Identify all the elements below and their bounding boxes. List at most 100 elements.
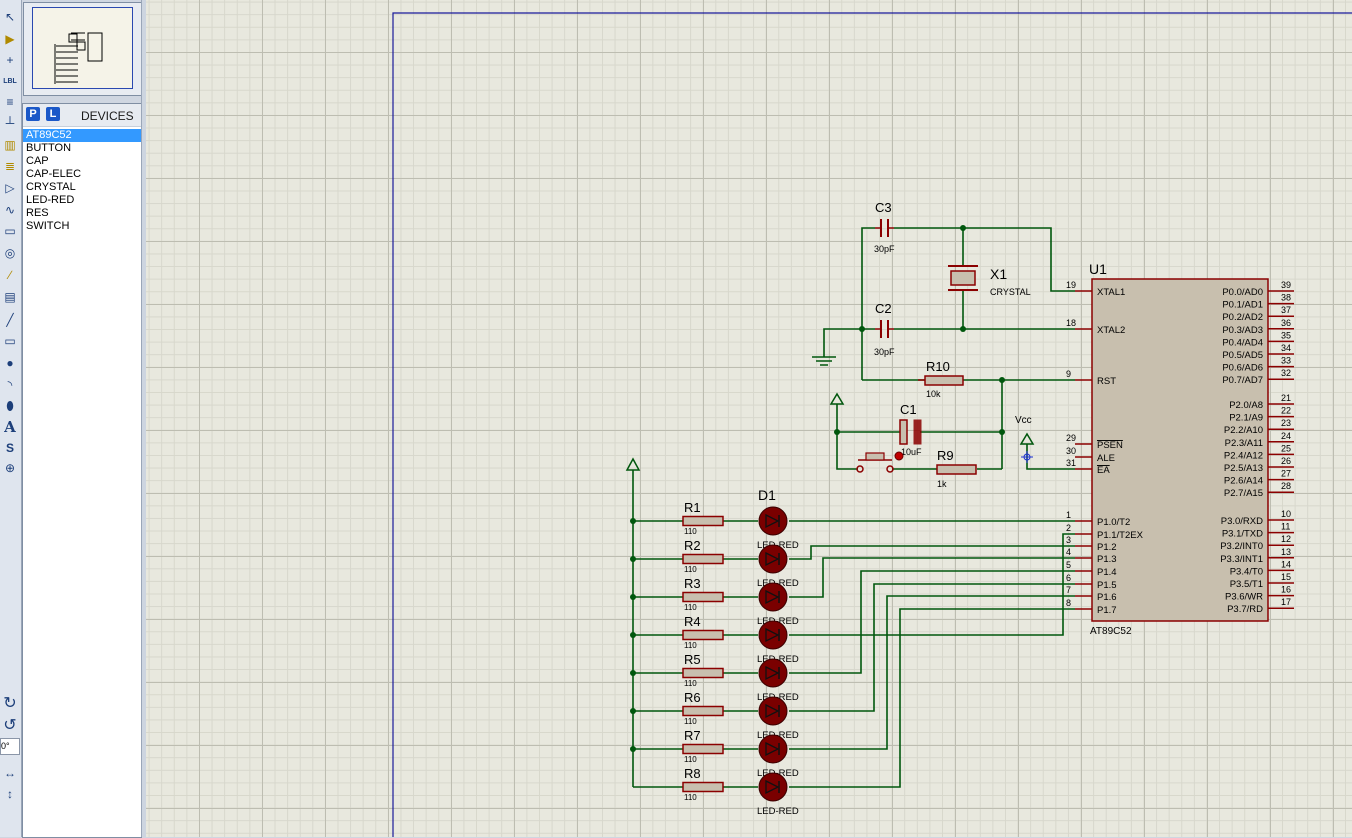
u1-pin-label: P2.0/A8 — [1229, 400, 1263, 411]
power-terminal-leds[interactable] — [625, 457, 641, 471]
pin-icon[interactable]: ▷ — [1, 179, 19, 197]
resistor-value: 110 — [684, 527, 697, 536]
c1-value: 10uF — [901, 447, 922, 457]
u1-pin-number: 7 — [1066, 585, 1071, 595]
u1-pin-label: P0.4/AD4 — [1222, 337, 1263, 348]
vcc-terminal[interactable] — [1019, 432, 1035, 445]
resistor-body[interactable] — [682, 629, 724, 641]
resistor-r9[interactable]: R9 1k — [936, 448, 977, 489]
u1-pin-label: P1.1/T2EX — [1097, 530, 1144, 541]
mirror-v-icon[interactable]: ↕ — [1, 785, 19, 803]
u1-pin-label: RST — [1097, 376, 1116, 387]
u1-pin-label: P1.4 — [1097, 567, 1117, 578]
led-body[interactable] — [758, 696, 788, 726]
u1-pin-number: 31 — [1066, 458, 1076, 468]
resistor-body[interactable] — [682, 781, 724, 793]
tape-icon[interactable]: ▭ — [1, 222, 19, 240]
probe-icon[interactable]: ∕ — [1, 266, 19, 284]
led-body[interactable] — [758, 544, 788, 574]
script-icon[interactable]: ≡ — [1, 93, 19, 111]
resistor-body[interactable] — [682, 553, 724, 565]
generator-icon[interactable]: ◎ — [1, 244, 19, 262]
junction-icon[interactable]: + — [1, 51, 19, 69]
u1-pin-label: P0.6/AD6 — [1222, 363, 1263, 374]
device-item-switch[interactable]: SWITCH — [23, 220, 141, 233]
u1-pin-label: P3.2/INT0 — [1220, 541, 1263, 552]
capacitor-c1[interactable]: C1 10uF — [899, 402, 922, 457]
u1-pin-number: 15 — [1281, 572, 1291, 582]
led-body[interactable] — [758, 658, 788, 688]
resistor-body[interactable] — [682, 705, 724, 717]
resistor-body[interactable] — [682, 743, 724, 755]
rotation-field[interactable]: 0° — [0, 738, 20, 755]
path-icon[interactable]: ⬮ — [1, 397, 19, 415]
device-item-cap[interactable]: CAP — [23, 155, 141, 168]
u1-pin-number: 5 — [1066, 560, 1071, 570]
resistor-ref: R6 — [684, 690, 701, 705]
microcontroller-u1[interactable]: U1 AT89C52 19XTAL118XTAL29RST29PSEN30ALE… — [1066, 261, 1294, 637]
u1-pin-label: P1.2 — [1097, 542, 1117, 553]
library-manager-button[interactable]: L — [46, 107, 60, 121]
resistor-value: 110 — [684, 679, 697, 688]
u1-pin-label: XTAL1 — [1097, 287, 1125, 298]
u1-pin-number: 22 — [1281, 406, 1291, 416]
u1-pin-label: P1.6 — [1097, 592, 1117, 603]
u1-pin-number: 25 — [1281, 443, 1291, 453]
u1-pin-label: ALE — [1097, 453, 1115, 464]
device-item-res[interactable]: RES — [23, 207, 141, 220]
crystal-x1[interactable]: X1 CRYSTAL — [948, 265, 1031, 297]
device-item-led-red[interactable]: LED-RED — [23, 194, 141, 207]
instrument-icon[interactable]: ▤ — [1, 288, 19, 306]
line-icon[interactable]: ╱ — [1, 311, 19, 329]
ground-symbol[interactable] — [812, 356, 836, 366]
graph-icon[interactable]: ∿ — [1, 201, 19, 219]
arc-icon[interactable]: ◝ — [1, 376, 19, 394]
pick-devices-button[interactable]: P — [26, 107, 40, 121]
overview-thumbnail — [54, 32, 103, 84]
rotate-ccw-icon[interactable]: ↺ — [1, 716, 19, 734]
device-item-at89c52[interactable]: AT89C52 — [23, 129, 141, 142]
symbol-icon[interactable]: S — [1, 439, 19, 457]
u1-pin-label: P1.3 — [1097, 554, 1117, 565]
led-body[interactable] — [758, 582, 788, 612]
led-body[interactable] — [758, 772, 788, 802]
u1-pin-label: P0.5/AD5 — [1222, 350, 1263, 361]
text-icon[interactable]: A — [1, 418, 19, 436]
u1-pin-label: P3.0/RXD — [1221, 516, 1263, 527]
u1-pin-number: 34 — [1281, 343, 1291, 353]
component-icon[interactable]: ▶ — [1, 30, 19, 48]
device-item-cap-elec[interactable]: CAP-ELEC — [23, 168, 141, 181]
mirror-h-icon[interactable]: ↔ — [1, 764, 19, 782]
u1-pin-number: 13 — [1281, 547, 1291, 557]
resistor-value: 110 — [684, 565, 697, 574]
power-terminal-reset[interactable] — [829, 392, 845, 405]
capacitor-c2[interactable]: C2 30pF — [874, 301, 895, 357]
device-item-crystal[interactable]: CRYSTAL — [23, 181, 141, 194]
resistor-r10[interactable]: R10 10k — [918, 359, 964, 399]
c3-value: 30pF — [874, 244, 895, 254]
resistor-body[interactable] — [682, 515, 724, 527]
device-item-button[interactable]: BUTTON — [23, 142, 141, 155]
resistor-body[interactable] — [682, 667, 724, 679]
select-arrow-icon[interactable]: ↖ — [1, 8, 19, 26]
circle-icon[interactable]: ● — [1, 354, 19, 372]
u1-pin-number: 16 — [1281, 585, 1291, 595]
terminal-icon[interactable]: ≣ — [1, 157, 19, 175]
subcircuit-icon[interactable]: ▥ — [1, 136, 19, 154]
led-body[interactable] — [758, 734, 788, 764]
schematic-canvas[interactable]: Vcc C3 30pF C2 30pF X1 CRYSTAL R10 10k C… — [146, 0, 1352, 837]
led-body[interactable] — [758, 506, 788, 536]
resistor-body[interactable] — [682, 591, 724, 603]
overview-sheet[interactable] — [32, 7, 133, 89]
box-icon[interactable]: ▭ — [1, 332, 19, 350]
rotate-cw-icon[interactable]: ↻ — [1, 694, 19, 712]
label-icon[interactable]: LBL — [1, 72, 19, 90]
u1-pin-label: P0.2/AD2 — [1222, 312, 1263, 323]
capacitor-c3[interactable]: C3 30pF — [874, 200, 895, 254]
bus-icon[interactable]: ┴ — [1, 114, 19, 132]
marker-icon[interactable]: ⊕ — [1, 459, 19, 477]
overview-window[interactable] — [23, 2, 142, 96]
led-body[interactable] — [758, 620, 788, 650]
u1-pin-label: P1.5 — [1097, 580, 1117, 591]
u1-pin-label: P2.2/A10 — [1224, 425, 1263, 436]
